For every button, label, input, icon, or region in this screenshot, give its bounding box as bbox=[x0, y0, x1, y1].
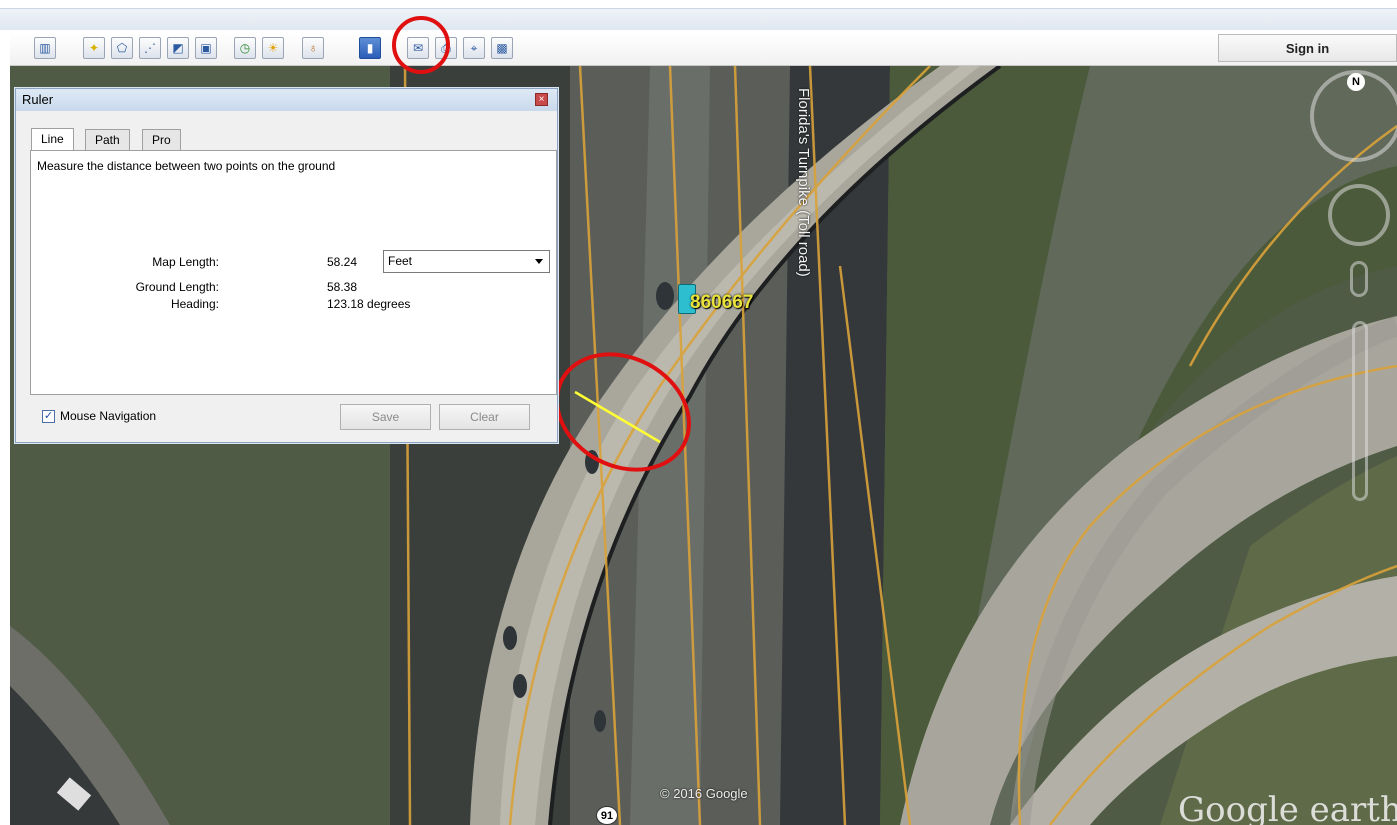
image-icon: ▩ bbox=[496, 41, 508, 55]
sidebar-toggle-button[interactable]: ▥ bbox=[34, 37, 56, 59]
camera-icon: ▣ bbox=[200, 41, 212, 55]
clear-button[interactable]: Clear bbox=[439, 404, 530, 430]
clock-icon: ◷ bbox=[239, 41, 251, 55]
road-label: Florida's Turnpike (Toll road) bbox=[795, 88, 812, 277]
ruler-title: Ruler bbox=[22, 92, 54, 107]
record-tour-button[interactable]: ▣ bbox=[195, 37, 217, 59]
ruler-button[interactable]: ▮ bbox=[359, 37, 381, 59]
zoom-slider[interactable] bbox=[1352, 321, 1368, 501]
placemark-label[interactable]: 860667 bbox=[690, 292, 753, 314]
tab-path[interactable]: Path bbox=[85, 129, 130, 150]
google-earth-logo: Google earth bbox=[1178, 790, 1397, 825]
ground-length-label: Ground Length: bbox=[135, 280, 219, 294]
move-joystick[interactable] bbox=[1328, 184, 1390, 246]
unit-select-value: Feet bbox=[388, 254, 413, 268]
unit-select[interactable]: Feet bbox=[383, 250, 550, 273]
polygon-icon: ⬠ bbox=[116, 41, 128, 55]
pushpin-icon: ✦ bbox=[88, 41, 100, 55]
planets-button[interactable]: ♁ bbox=[302, 37, 324, 59]
save-button[interactable]: Save bbox=[340, 404, 431, 430]
ruler-description: Measure the distance between two points … bbox=[37, 159, 336, 173]
path-icon: ⋰ bbox=[144, 41, 156, 55]
ruler-dialog: Ruler × Line Path Pro Measure the distan… bbox=[15, 88, 558, 443]
sunlight-button[interactable]: ☀ bbox=[262, 37, 284, 59]
mouse-navigation-label: Mouse Navigation bbox=[60, 409, 157, 423]
heading-label: Heading: bbox=[170, 297, 219, 311]
ruler-icon: ▮ bbox=[366, 41, 374, 55]
mouse-navigation-checkbox[interactable]: ✓ bbox=[42, 409, 55, 423]
ruler-titlebar[interactable]: Ruler × bbox=[16, 89, 557, 111]
historical-imagery-button[interactable]: ◷ bbox=[234, 37, 256, 59]
sidebar-icon: ▥ bbox=[39, 41, 51, 55]
planet-icon: ♁ bbox=[308, 41, 318, 55]
add-path-button[interactable]: ⋰ bbox=[139, 37, 161, 59]
copyright-text: © 2016 Google bbox=[660, 786, 748, 801]
north-indicator[interactable]: N bbox=[1347, 73, 1365, 91]
save-image-button[interactable]: ▩ bbox=[491, 37, 513, 59]
add-image-overlay-button[interactable]: ◩ bbox=[167, 37, 189, 59]
mouse-navigation-row[interactable]: ✓ Mouse Navigation bbox=[42, 409, 156, 423]
maps-icon: ⌖ bbox=[470, 40, 478, 55]
tab-line[interactable]: Line bbox=[31, 128, 74, 150]
map-length-label: Map Length: bbox=[152, 255, 219, 269]
title-band bbox=[0, 8, 1397, 30]
heading-value: 123.18 degrees bbox=[327, 297, 411, 311]
route-shield: 91 bbox=[596, 806, 618, 825]
add-polygon-button[interactable]: ⬠ bbox=[111, 37, 133, 59]
sun-icon: ☀ bbox=[267, 41, 279, 55]
chevron-down-icon bbox=[535, 259, 543, 264]
ruler-panel: Measure the distance between two points … bbox=[30, 150, 557, 395]
ground-length-value: 58.38 bbox=[327, 280, 358, 294]
add-placemark-button[interactable]: ✦ bbox=[83, 37, 105, 59]
tab-pro[interactable]: Pro bbox=[142, 129, 181, 150]
ruler-highlight-circle bbox=[392, 16, 450, 74]
sign-in-button[interactable]: Sign in bbox=[1218, 34, 1397, 62]
toolbar: ▥ ✦ ⬠ ⋰ ◩ ▣ ◷ ☀ ♁ ▮ ✉ ⎙ ⌖ ▩ Sign in bbox=[10, 33, 1397, 66]
map-length-value: 58.24 bbox=[327, 255, 358, 269]
street-view-pegman-icon[interactable] bbox=[1350, 261, 1368, 297]
window-top-strip bbox=[0, 0, 1397, 32]
close-icon[interactable]: × bbox=[535, 93, 548, 106]
view-in-maps-button[interactable]: ⌖ bbox=[463, 37, 485, 59]
overlay-icon: ◩ bbox=[172, 41, 184, 55]
